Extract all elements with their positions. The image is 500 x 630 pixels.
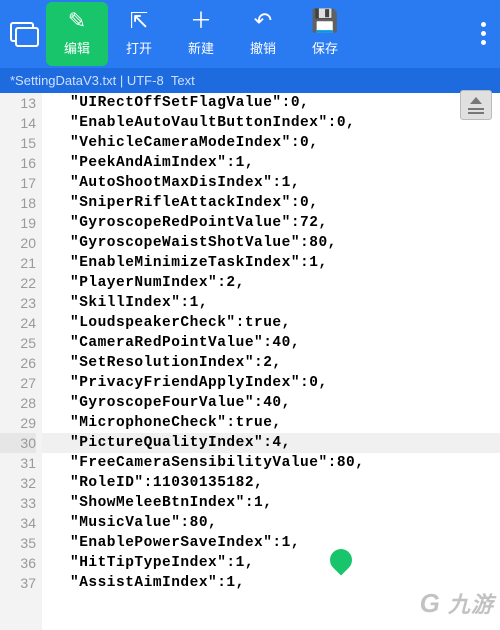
line-number: 18 (0, 193, 36, 213)
code-line[interactable]: "PlayerNumIndex":2, (42, 273, 500, 293)
code-line[interactable]: "VehicleCameraModeIndex":0, (42, 133, 500, 153)
line-number: 17 (0, 173, 36, 193)
line-number: 22 (0, 273, 36, 293)
chevron-up-icon (470, 97, 482, 104)
line-number: 19 (0, 213, 36, 233)
line-number: 29 (0, 413, 36, 433)
open-button[interactable]: ⇱ 打开 (108, 2, 170, 66)
code-line[interactable]: "HitTipTypeIndex":1, (42, 553, 500, 573)
new-button[interactable]: ＋ 新建 (170, 2, 232, 66)
status-bar[interactable]: *SettingDataV3.txt | UTF-8 Text (0, 68, 500, 93)
code-line[interactable]: "RoleID":11030135182, (42, 473, 500, 493)
edit-button[interactable]: ✎ 编辑 (46, 2, 108, 66)
code-line[interactable]: "PrivacyFriendApplyIndex":0, (42, 373, 500, 393)
save-icon: 💾 (311, 12, 338, 34)
line-number: 32 (0, 473, 36, 493)
line-number: 26 (0, 353, 36, 373)
undo-button[interactable]: ↶ 撤销 (232, 2, 294, 66)
code-line[interactable]: "AutoShootMaxDisIndex":1, (42, 173, 500, 193)
code-line[interactable]: "EnablePowerSaveIndex":1, (42, 533, 500, 553)
line-number: 27 (0, 373, 36, 393)
code-line[interactable]: "GyroscopeWaistShotValue":80, (42, 233, 500, 253)
line-number: 14 (0, 113, 36, 133)
line-number: 37 (0, 573, 36, 593)
line-number: 34 (0, 513, 36, 533)
undo-icon: ↶ (254, 12, 272, 34)
line-number: 13 (0, 93, 36, 113)
line-number: 24 (0, 313, 36, 333)
line-number: 28 (0, 393, 36, 413)
code-line[interactable]: "EnableAutoVaultButtonIndex":0, (42, 113, 500, 133)
status-mode: Text (171, 73, 195, 88)
pencil-icon: ✎ (68, 12, 86, 34)
toolbar: ✎ 编辑 ⇱ 打开 ＋ 新建 ↶ 撤销 💾 保存 (0, 0, 500, 68)
plus-icon: ＋ (190, 12, 212, 34)
code-line[interactable]: "MicrophoneCheck":true, (42, 413, 500, 433)
status-filename: *SettingDataV3.txt (10, 73, 116, 88)
code-line[interactable]: "GyroscopeFourValue":40, (42, 393, 500, 413)
code-line[interactable]: "PeekAndAimIndex":1, (42, 153, 500, 173)
line-number: 21 (0, 253, 36, 273)
code-line[interactable]: "GyroscopeRedPointValue":72, (42, 213, 500, 233)
code-line[interactable]: "CameraRedPointValue":40, (42, 333, 500, 353)
line-number: 30 (0, 433, 36, 453)
line-number: 33 (0, 493, 36, 513)
code-line[interactable]: "MusicValue":80, (42, 513, 500, 533)
watermark: G 九游 (420, 587, 494, 619)
code-line[interactable]: "SetResolutionIndex":2, (42, 353, 500, 373)
overflow-menu-icon[interactable] (481, 22, 486, 45)
code-line[interactable]: "SniperRifleAttackIndex":0, (42, 193, 500, 213)
code-line[interactable]: "EnableMinimizeTaskIndex":1, (42, 253, 500, 273)
line-gutter: 1314151617181920212223242526272829303132… (0, 93, 42, 630)
code-line[interactable]: "UIRectOffSetFlagValue":0, (42, 93, 500, 113)
undo-label: 撤销 (250, 38, 276, 57)
save-button[interactable]: 💾 保存 (294, 2, 356, 66)
code-line[interactable]: "SkillIndex":1, (42, 293, 500, 313)
edit-label: 编辑 (64, 38, 90, 57)
code-line[interactable]: "ShowMeleeBtnIndex":1, (42, 493, 500, 513)
line-number: 20 (0, 233, 36, 253)
line-number: 36 (0, 553, 36, 573)
code-line[interactable]: "PictureQualityIndex":4, (42, 433, 500, 453)
line-number: 25 (0, 333, 36, 353)
line-number: 16 (0, 153, 36, 173)
code-line[interactable]: "LoudspeakerCheck":true, (42, 313, 500, 333)
line-number: 35 (0, 533, 36, 553)
editor[interactable]: 1314151617181920212223242526272829303132… (0, 93, 500, 630)
line-number: 31 (0, 453, 36, 473)
save-label: 保存 (312, 38, 338, 57)
line-number: 23 (0, 293, 36, 313)
open-icon: ⇱ (130, 12, 148, 34)
code-area[interactable]: "UIRectOffSetFlagValue":0,"EnableAutoVau… (42, 93, 500, 593)
status-encoding: UTF-8 (127, 73, 164, 88)
line-number: 15 (0, 133, 36, 153)
code-line[interactable]: "FreeCameraSensibilityValue":80, (42, 453, 500, 473)
new-label: 新建 (188, 38, 214, 57)
scroll-up-button[interactable] (460, 90, 492, 120)
open-label: 打开 (126, 38, 152, 57)
tabs-icon[interactable] (10, 22, 38, 46)
